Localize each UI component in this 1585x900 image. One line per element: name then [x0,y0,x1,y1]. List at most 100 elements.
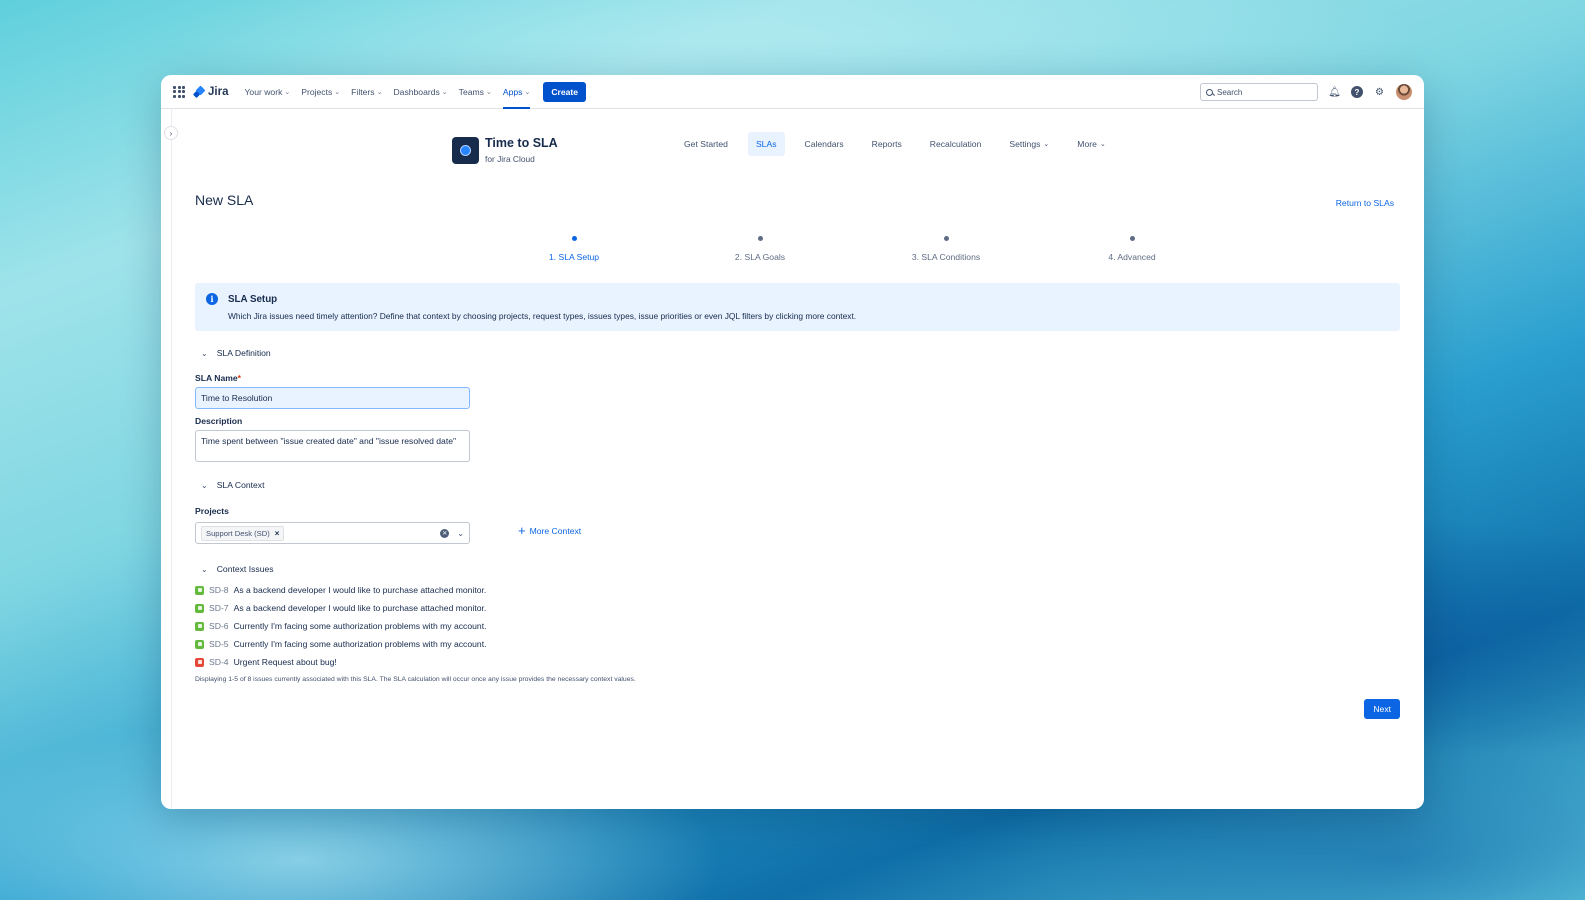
avatar[interactable] [1396,84,1412,100]
issue-summary: Currently I'm facing some authorization … [233,639,487,649]
select-controls: ✕ ⌄ [440,528,464,538]
issue-summary: Urgent Request about bug! [233,657,337,667]
tab-recalculation[interactable]: Recalculation [922,132,990,156]
issues-footnote: Displaying 1-5 of 8 issues currently ass… [195,676,636,683]
chevron-down-icon: ⌄ [201,480,208,490]
nav-your-work[interactable]: Your work ⌄ [244,75,290,109]
app-subtitle: for Jira Cloud [485,154,535,164]
nav-dashboards[interactable]: Dashboards ⌄ [393,75,447,109]
chevron-down-icon: ⌄ [201,348,208,358]
context-issues-toggle[interactable]: ⌄ Context Issues [201,564,274,574]
context-issues-heading: Context Issues [216,564,274,574]
issue-key[interactable]: SD-4 [209,657,229,667]
tab-get-started[interactable]: Get Started [676,132,736,156]
bug-icon [195,657,204,667]
issue-key[interactable]: SD-6 [209,621,229,631]
more-context-label: More Context [529,526,582,536]
list-item[interactable]: SD-5 Currently I'm facing some authoriza… [195,635,486,653]
nav-teams[interactable]: Teams ⌄ [459,75,492,109]
nav-filters-label: Filters [351,86,375,97]
chevron-down-icon: ⌄ [284,88,291,96]
chevron-down-icon: ⌄ [485,88,492,96]
remove-tag-icon[interactable]: × [275,529,280,538]
step-sla-conditions[interactable]: 3. SLA Conditions [853,236,1039,262]
issue-summary: As a backend developer I would like to p… [233,585,487,595]
step-sla-goals[interactable]: 2. SLA Goals [667,236,853,262]
list-item[interactable]: SD-4 Urgent Request about bug! [195,653,486,671]
chevron-down-icon: ⌄ [1043,141,1050,148]
more-context-button[interactable]: + More Context [518,523,582,538]
help-icon[interactable]: ? [1351,86,1363,98]
story-icon [195,585,204,595]
tab-more-label: More [1077,139,1097,149]
create-button[interactable]: Create [543,81,587,102]
tab-calendars[interactable]: Calendars [797,132,852,156]
tab-slas[interactable]: SLAs [747,132,785,156]
app-switcher-icon[interactable] [173,85,185,98]
notifications-icon[interactable]: 🔔︎ [1328,86,1341,99]
browser-window: Jira Your work ⌄ Projects ⌄ Filters ⌄ Dashb… [161,75,1424,809]
sla-name-label: SLA Name* [195,373,241,383]
search-icon [1206,88,1213,96]
tab-more[interactable]: More ⌄ [1069,132,1113,156]
description-label: Description [195,416,243,426]
gear-icon[interactable]: ⚙ [1373,86,1386,99]
step-label: 2. SLA Goals [734,252,786,262]
issue-key[interactable]: SD-5 [209,639,229,649]
tab-reports[interactable]: Reports [864,132,910,156]
step-dot [571,236,577,241]
chevron-down-icon[interactable]: ⌄ [457,529,464,538]
tab-settings[interactable]: Settings ⌄ [1001,132,1057,156]
list-item[interactable]: SD-8 As a backend developer I would like… [195,581,486,599]
story-icon [195,621,204,631]
clear-icon[interactable]: ✕ [440,528,450,538]
next-button[interactable]: Next [1364,699,1400,719]
nav-teams-label: Teams [458,86,484,97]
required-marker: * [237,373,242,383]
chevron-right-icon: › [169,128,173,138]
expand-sidebar-button[interactable]: › [164,126,178,140]
nav-apps[interactable]: Apps ⌄ [502,75,531,109]
issue-key[interactable]: SD-7 [209,603,229,613]
chevron-down-icon: ⌄ [201,564,208,574]
sidebar-divider [171,109,172,809]
projects-label: Projects [195,506,229,516]
nav-dashboards-label: Dashboards [393,86,440,97]
story-icon [195,639,204,649]
nav-apps-label: Apps [502,86,523,97]
chevron-down-icon: ⌄ [1099,141,1106,148]
chevron-down-icon: ⌄ [376,88,383,96]
jira-logo-text: Jira [208,85,229,98]
stopwatch-icon [452,136,479,164]
step-sla-setup[interactable]: 1. SLA Setup [481,236,667,262]
sla-definition-heading: SLA Definition [216,348,271,358]
step-dot [1129,236,1135,241]
issue-key[interactable]: SD-8 [209,585,229,595]
chevron-down-icon: ⌄ [441,88,448,96]
sla-name-input[interactable]: Time to Resolution [195,387,470,409]
return-to-slas-link[interactable]: Return to SLAs [1336,198,1394,208]
sla-definition-toggle[interactable]: ⌄ SLA Definition [201,348,271,358]
nav-projects[interactable]: Projects ⌄ [301,75,340,109]
nav-projects-label: Projects [301,86,333,97]
step-advanced[interactable]: 4. Advanced [1039,236,1225,262]
chevron-down-icon: ⌄ [524,88,531,96]
sla-context-toggle[interactable]: ⌄ SLA Context [201,480,264,490]
context-issues-list: SD-8 As a backend developer I would like… [195,581,486,671]
step-label: 1. SLA Setup [548,252,600,262]
top-navigation: Jira Your work ⌄ Projects ⌄ Filters ⌄ Dashb… [161,75,1424,109]
jira-logo[interactable]: Jira [193,86,228,98]
issue-summary: Currently I'm facing some authorization … [233,621,487,631]
step-dot [943,236,949,241]
step-dot [757,236,763,241]
app-title: Time to SLA [485,136,558,150]
list-item[interactable]: SD-6 Currently I'm facing some authoriza… [195,617,486,635]
description-textarea[interactable]: Time spent between "issue created date" … [195,430,470,462]
nav-filters[interactable]: Filters ⌄ [351,75,382,109]
plus-icon: + [518,523,526,538]
search-input[interactable]: Search [1200,83,1318,101]
nav-your-work-label: Your work [244,86,283,97]
list-item[interactable]: SD-7 As a backend developer I would like… [195,599,486,617]
projects-select[interactable]: Support Desk (SD) × ✕ ⌄ [195,522,470,544]
step-label: 3. SLA Conditions [911,252,981,262]
